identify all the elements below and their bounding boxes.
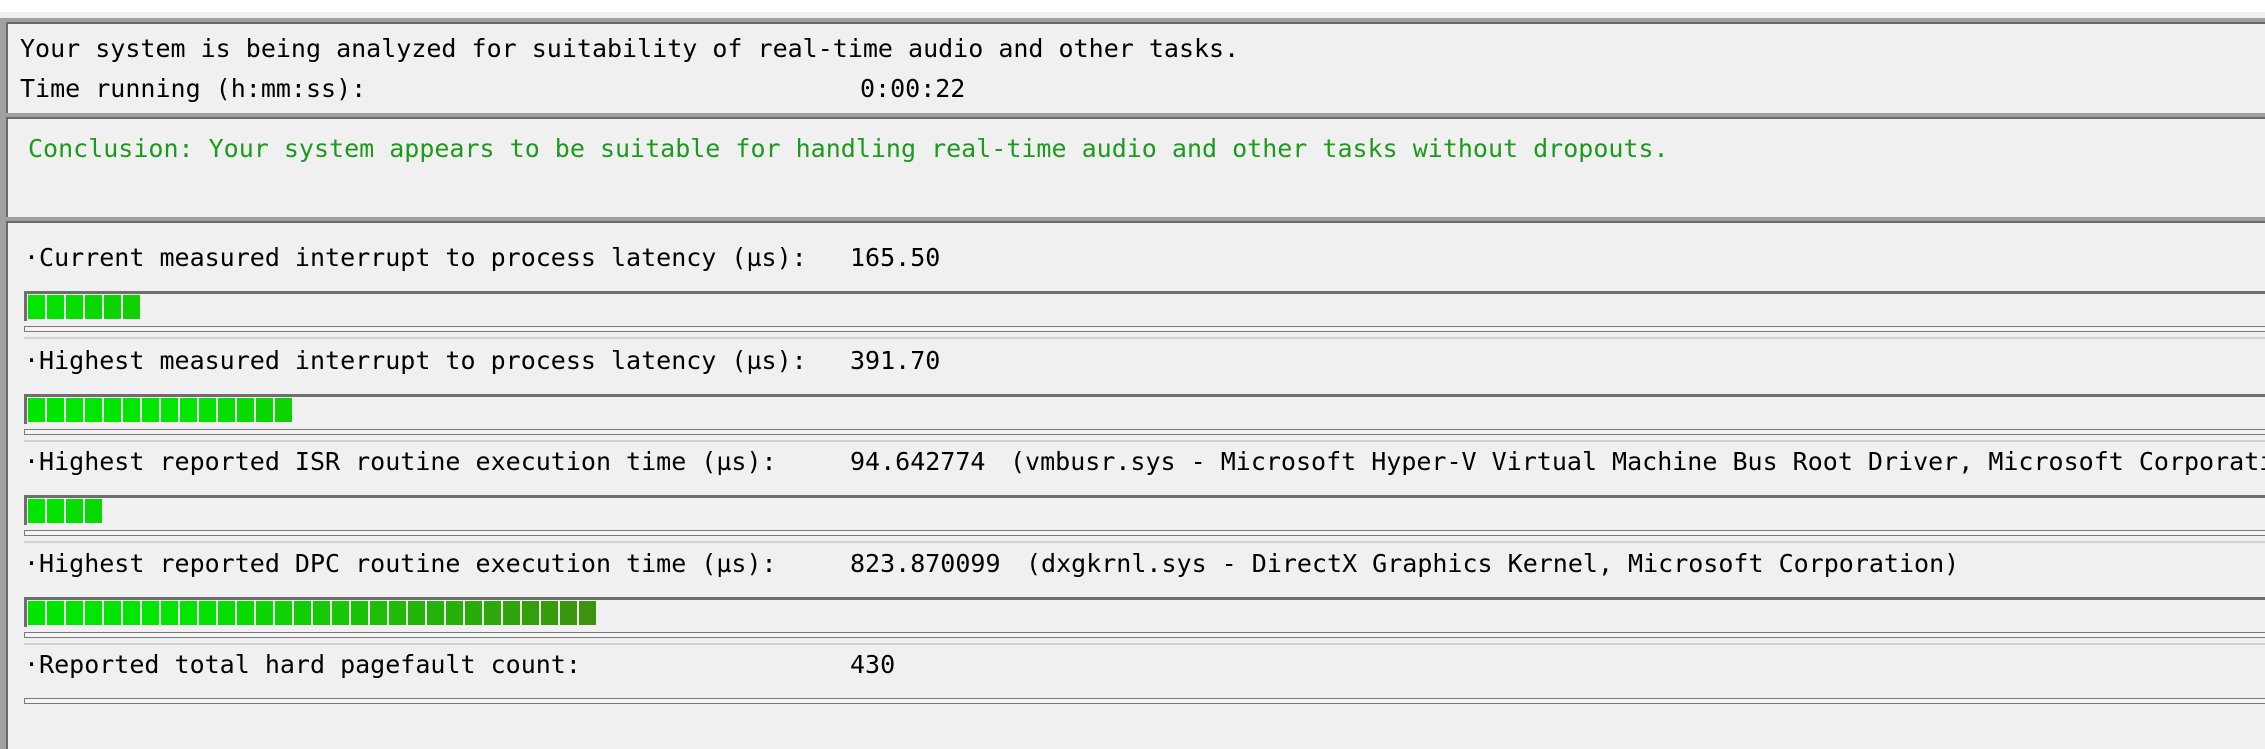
metric-value-current-latency: 165.50 (850, 243, 941, 272)
separator (24, 440, 2265, 442)
conclusion-panel: Conclusion: Your system appears to be su… (0, 113, 2265, 217)
bar-frame (24, 291, 2265, 321)
bar-segment (161, 398, 178, 422)
bar-segment (66, 398, 83, 422)
bar-frame (24, 394, 2265, 424)
bar-segment (47, 601, 64, 625)
metric-label-isr-time: ·Highest reported ISR routine execution … (24, 447, 777, 476)
bar-segment (199, 601, 216, 625)
bar-segment (66, 601, 83, 625)
bar-segment (275, 601, 292, 625)
bar-segment (275, 398, 292, 422)
bar-segment (351, 601, 368, 625)
bar-segment (180, 601, 197, 625)
bar-segment (237, 398, 254, 422)
bar-frame (24, 495, 2265, 525)
bar-segment (256, 398, 273, 422)
separator (24, 337, 2265, 339)
bar-segment (66, 499, 83, 523)
bar-segment (465, 601, 482, 625)
bar-segment (47, 499, 64, 523)
conclusion-panel-inner (6, 117, 2265, 217)
bar-underline (24, 530, 2265, 536)
bar-pagefault-count (24, 698, 2265, 710)
bar-segment (541, 601, 558, 625)
metric-label-current-latency: ·Current measured interrupt to process l… (24, 243, 807, 272)
metric-value-highest-latency: 391.70 (850, 346, 941, 375)
bar-segments (28, 398, 294, 422)
bar-underline (24, 632, 2265, 638)
bar-underline (24, 326, 2265, 332)
bar-isr-time (24, 495, 2265, 536)
bar-segments (28, 295, 142, 319)
metric-value-pagefault-count: 430 (850, 650, 896, 679)
bar-segment (446, 601, 463, 625)
bar-segment (28, 295, 45, 319)
bar-segment (104, 398, 121, 422)
bar-underline (24, 429, 2265, 435)
time-running-value: 0:00:22 (860, 74, 966, 103)
bar-segment (104, 295, 121, 319)
bar-segment (522, 601, 539, 625)
bar-segment (28, 398, 45, 422)
bar-segment (28, 601, 45, 625)
status-panel: Your system is being analyzed for suitab… (0, 18, 2265, 113)
analyzing-text: Your system is being analyzed for suitab… (20, 34, 1240, 63)
bar-frame (24, 597, 2265, 627)
bar-segment (104, 601, 121, 625)
bar-segment (218, 601, 235, 625)
bar-segment (142, 601, 159, 625)
bar-segment (313, 601, 330, 625)
conclusion-text: Conclusion: Your system appears to be su… (28, 134, 1669, 163)
bar-segments (28, 499, 104, 523)
bar-segment (427, 601, 444, 625)
bar-current-latency (24, 291, 2265, 332)
metrics-panel: ·Current measured interrupt to process l… (0, 217, 2265, 749)
bar-segments (28, 601, 598, 625)
time-running-label: Time running (h:mm:ss): (20, 74, 367, 103)
bar-segment (123, 601, 140, 625)
bar-segment (199, 398, 216, 422)
metric-detail-isr-driver: (vmbusr.sys - Microsoft Hyper-V Virtual … (1010, 447, 2265, 476)
bar-segment (579, 601, 596, 625)
bar-segment (370, 601, 387, 625)
bar-dpc-time (24, 597, 2265, 638)
metric-label-pagefault-count: ·Reported total hard pagefault count: (24, 650, 581, 679)
bar-segment (66, 295, 83, 319)
separator (24, 541, 2265, 543)
bar-segment (142, 398, 159, 422)
bar-segment (28, 499, 45, 523)
bar-segment (560, 601, 577, 625)
bar-segment (47, 398, 64, 422)
bar-segment (503, 601, 520, 625)
bar-segment (389, 601, 406, 625)
metric-label-dpc-time: ·Highest reported DPC routine execution … (24, 549, 777, 578)
bar-segment (85, 499, 102, 523)
bar-segment (218, 398, 235, 422)
bar-segment (408, 601, 425, 625)
bar-segment (47, 295, 64, 319)
bar-segment (180, 398, 197, 422)
bar-segment (294, 601, 311, 625)
bar-segment (123, 398, 140, 422)
separator (24, 643, 2265, 645)
bar-segment (237, 601, 254, 625)
top-strip (0, 0, 2265, 12)
bar-segment (484, 601, 501, 625)
bar-segment (332, 601, 349, 625)
bar-segment (256, 601, 273, 625)
bar-segment (161, 601, 178, 625)
metric-value-isr-time: 94.642774 (850, 447, 986, 476)
bar-highest-latency (24, 394, 2265, 435)
bar-segment (123, 295, 140, 319)
metric-label-highest-latency: ·Highest measured interrupt to process l… (24, 346, 807, 375)
bar-segment (85, 601, 102, 625)
metric-detail-dpc-driver: (dxgkrnl.sys - DirectX Graphics Kernel, … (1026, 549, 1960, 578)
metric-value-dpc-time: 823.870099 (850, 549, 1001, 578)
bar-segment (85, 295, 102, 319)
bar-segment (85, 398, 102, 422)
bar-underline (24, 698, 2265, 704)
